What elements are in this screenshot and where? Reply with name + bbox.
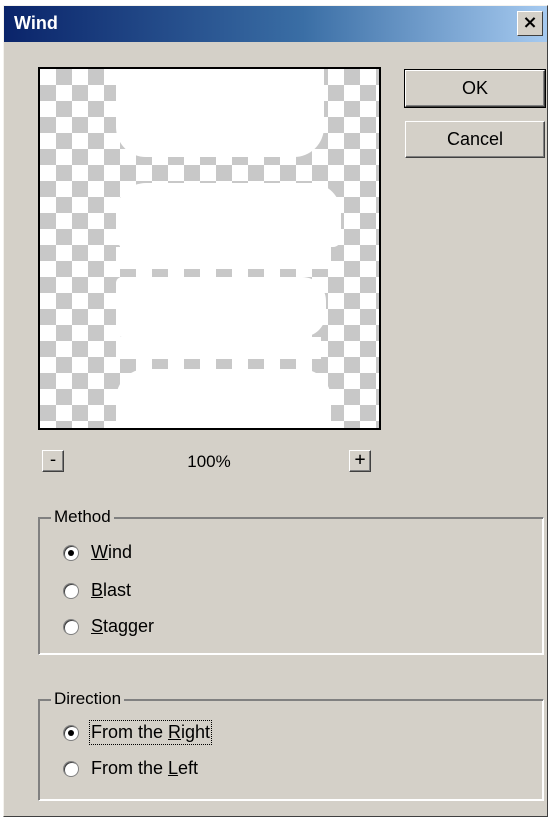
direction-legend: Direction bbox=[51, 689, 125, 709]
zoom-level: 100% bbox=[187, 452, 231, 471]
method-option-label: Stagger bbox=[91, 616, 155, 636]
preview-shape bbox=[116, 277, 326, 337]
method-legend: Method bbox=[51, 507, 114, 527]
ok-button[interactable]: OK bbox=[404, 69, 546, 108]
dialog-title: Wind bbox=[14, 13, 58, 33]
preview-shape bbox=[116, 247, 331, 269]
radio-selected-icon[interactable] bbox=[63, 545, 79, 561]
direction-option-label: From the Right bbox=[88, 720, 213, 745]
radio-unselected-icon[interactable] bbox=[63, 761, 79, 777]
title-bar[interactable]: Wind × bbox=[4, 6, 547, 42]
direction-group: Direction From the Right From the Left bbox=[38, 689, 544, 801]
radio-unselected-icon[interactable] bbox=[63, 583, 79, 599]
method-group: Method Wind Blast Stagger bbox=[38, 507, 544, 655]
preview-shape bbox=[116, 69, 324, 157]
radio-selected-icon[interactable] bbox=[63, 725, 79, 741]
close-icon: × bbox=[522, 12, 538, 33]
radio-unselected-icon[interactable] bbox=[63, 619, 79, 635]
preview-shape bbox=[116, 337, 321, 359]
preview-shape bbox=[116, 369, 331, 428]
zoom-out-button[interactable]: - bbox=[42, 450, 64, 472]
method-option-label: Blast bbox=[91, 580, 132, 600]
close-button[interactable]: × bbox=[517, 11, 543, 36]
cancel-button[interactable]: Cancel bbox=[405, 121, 545, 158]
zoom-in-button[interactable]: + bbox=[349, 450, 371, 472]
preview-shape bbox=[116, 183, 341, 247]
direction-option-label: From the Left bbox=[91, 758, 199, 778]
filter-preview[interactable] bbox=[38, 67, 381, 430]
wind-dialog: Wind × OK Cancel - 100% + Method Wind Bl… bbox=[3, 5, 548, 817]
method-option-label: Wind bbox=[91, 542, 133, 562]
